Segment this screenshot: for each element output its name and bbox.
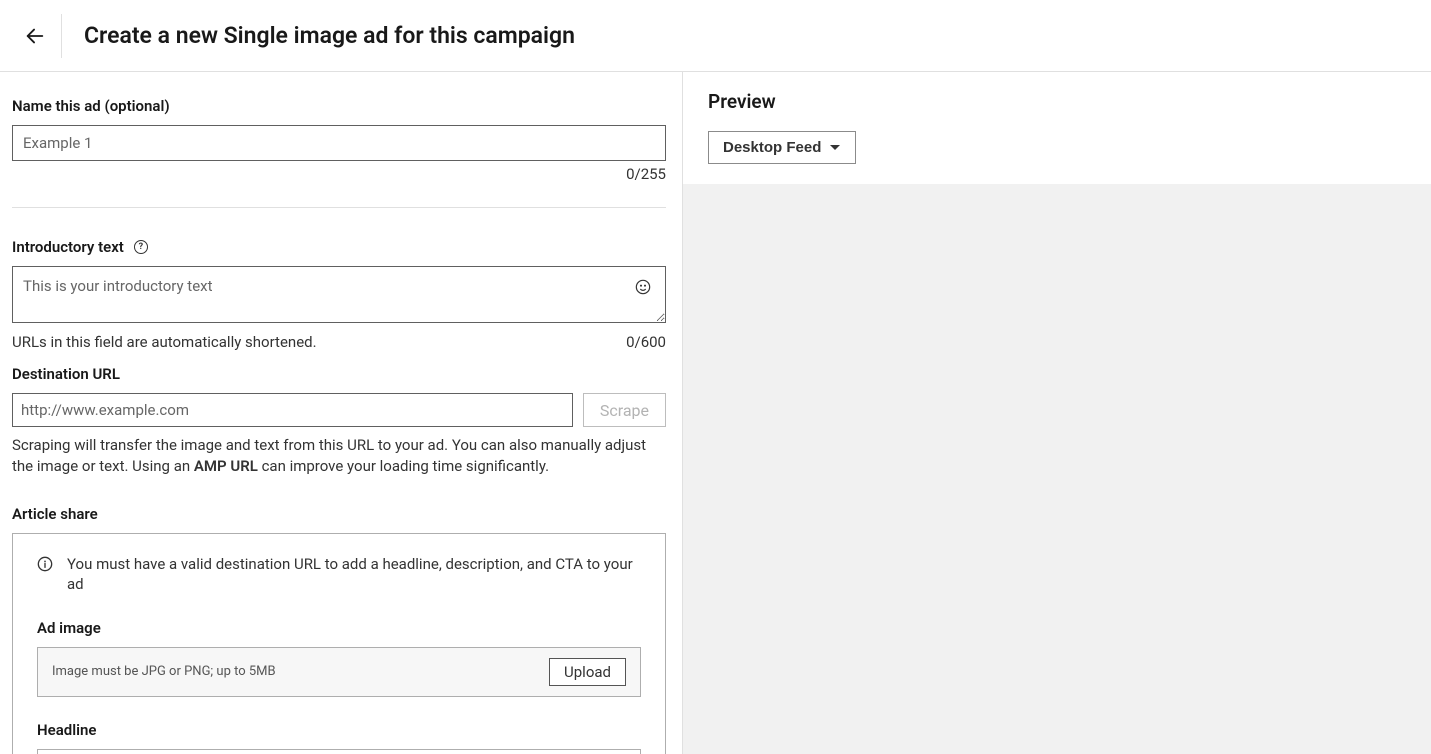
arrow-left-icon xyxy=(24,25,46,47)
image-upload-box: Image must be JPG or PNG; up to 5MB Uplo… xyxy=(37,647,641,697)
preview-mode-dropdown[interactable]: Desktop Feed xyxy=(708,131,856,164)
dest-url-helper: Scraping will transfer the image and tex… xyxy=(12,435,666,477)
upload-button[interactable]: Upload xyxy=(549,658,626,686)
info-icon xyxy=(37,556,53,595)
emoji-picker-button[interactable] xyxy=(634,278,652,296)
dest-url-helper-bold: AMP URL xyxy=(194,457,258,475)
image-helper-text: Image must be JPG or PNG; up to 5MB xyxy=(52,664,276,679)
intro-helper-row: URLs in this field are automatically sho… xyxy=(12,333,666,351)
headline-label: Headline xyxy=(37,721,641,739)
emoji-icon xyxy=(635,279,651,295)
dest-url-row: Scrape xyxy=(12,393,666,427)
page-header: Create a new Single image ad for this ca… xyxy=(0,0,1431,72)
headline-input[interactable] xyxy=(37,749,641,754)
help-icon[interactable]: ? xyxy=(134,240,148,254)
preview-title: Preview xyxy=(708,90,1406,113)
scrape-button[interactable]: Scrape xyxy=(583,393,666,427)
article-info-row: You must have a valid destination URL to… xyxy=(37,554,641,595)
dest-url-field-group: Destination URL Scrape Scraping will tra… xyxy=(12,365,666,477)
intro-textarea-wrap xyxy=(12,266,666,327)
back-button[interactable] xyxy=(15,16,55,56)
ad-name-field-group: Name this ad (optional) 0/255 xyxy=(12,97,666,183)
ad-image-label: Ad image xyxy=(37,619,641,637)
section-divider xyxy=(12,207,666,208)
form-pane[interactable]: Name this ad (optional) 0/255 Introducto… xyxy=(0,72,682,754)
caret-down-icon xyxy=(829,144,841,152)
preview-pane: Preview Desktop Feed xyxy=(682,72,1431,754)
dest-url-label: Destination URL xyxy=(12,365,666,383)
dest-url-input[interactable] xyxy=(12,393,573,427)
header-divider xyxy=(61,14,62,58)
article-share-label: Article share xyxy=(12,505,666,523)
content-split: Name this ad (optional) 0/255 Introducto… xyxy=(0,72,1431,754)
dest-url-helper-after: can improve your loading time significan… xyxy=(258,457,549,475)
preview-header: Preview Desktop Feed xyxy=(683,72,1431,184)
page-title: Create a new Single image ad for this ca… xyxy=(84,22,575,49)
ad-name-counter: 0/255 xyxy=(12,165,666,183)
preview-canvas xyxy=(683,184,1431,754)
intro-text-input[interactable] xyxy=(12,266,666,323)
intro-text-counter: 0/600 xyxy=(626,333,666,351)
intro-text-label-text: Introductory text xyxy=(12,238,124,256)
article-info-text: You must have a valid destination URL to… xyxy=(67,554,641,595)
intro-text-label: Introductory text ? xyxy=(12,238,666,256)
intro-text-field-group: Introductory text ? URLs in this field a… xyxy=(12,238,666,351)
preview-dropdown-label: Desktop Feed xyxy=(723,139,821,156)
ad-name-label: Name this ad (optional) xyxy=(12,97,666,115)
article-share-section: Article share You must have a valid dest… xyxy=(12,505,666,754)
ad-name-input[interactable] xyxy=(12,125,666,161)
article-share-box: You must have a valid destination URL to… xyxy=(12,533,666,754)
intro-helper-text: URLs in this field are automatically sho… xyxy=(12,333,317,351)
